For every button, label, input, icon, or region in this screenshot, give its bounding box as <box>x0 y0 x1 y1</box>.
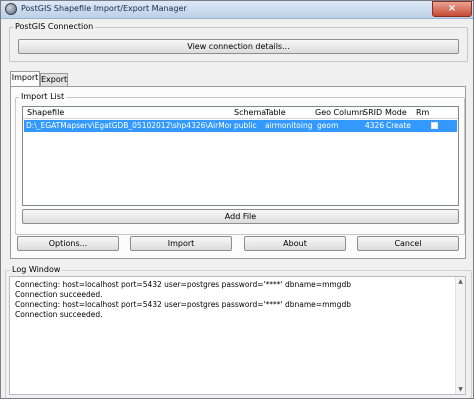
about-button[interactable]: About <box>244 236 346 251</box>
column-header-shapefile[interactable]: Shapefile <box>27 108 64 117</box>
options-button[interactable]: Options... <box>17 236 119 251</box>
column-header-srid[interactable]: SRID <box>363 108 382 117</box>
log-window-label: Log Window <box>10 265 63 274</box>
column-header-mode[interactable]: Mode <box>385 108 407 117</box>
table-header: Shapefile Schema Table Geo Column SRID M… <box>23 107 458 119</box>
log-line: Connection succeeded. <box>15 290 103 299</box>
close-button[interactable]: × <box>432 1 472 17</box>
rm-checkbox[interactable] <box>431 122 438 129</box>
cell-schema[interactable]: public <box>234 121 257 130</box>
title-bar[interactable]: PostGIS Shapefile Import/Export Manager … <box>1 1 473 19</box>
cell-shapefile[interactable]: D:\_EGATMapserv\EgatGDB_05102012\shp4326… <box>26 121 231 130</box>
cell-geo-column[interactable]: geom <box>317 121 338 130</box>
log-line: Connecting: host=localhost port=5432 use… <box>15 300 351 309</box>
log-window[interactable]: Connecting: host=localhost port=5432 use… <box>9 276 466 395</box>
table-row[interactable]: D:\_EGATMapserv\EgatGDB_05102012\shp4326… <box>24 120 457 132</box>
tab-import[interactable]: Import <box>10 71 40 86</box>
scroll-up-icon[interactable]: ▲ <box>457 278 464 285</box>
view-connection-details-button[interactable]: View connection details... <box>18 39 459 54</box>
postgis-app-icon <box>5 3 17 15</box>
cell-mode[interactable]: Create <box>386 121 411 130</box>
cancel-button[interactable]: Cancel <box>357 236 459 251</box>
import-list-group-label: Import List <box>19 92 67 101</box>
column-header-geo-column[interactable]: Geo Column <box>315 108 364 117</box>
column-header-table[interactable]: Table <box>265 108 286 117</box>
tab-export[interactable]: Export <box>40 73 68 86</box>
column-header-schema[interactable]: Schema <box>234 108 266 117</box>
window-title: PostGIS Shapefile Import/Export Manager <box>21 4 187 13</box>
main-window: PostGIS Shapefile Import/Export Manager … <box>0 0 474 399</box>
cell-table[interactable]: airmonitoing <box>265 121 313 130</box>
import-table: Shapefile Schema Table Geo Column SRID M… <box>22 106 459 206</box>
import-button[interactable]: Import <box>130 236 232 251</box>
log-line: Connecting: host=localhost port=5432 use… <box>15 280 351 289</box>
add-file-button[interactable]: Add File <box>22 209 459 224</box>
column-header-rm[interactable]: Rm <box>416 108 429 117</box>
connection-group-label: PostGIS Connection <box>13 22 96 31</box>
cell-srid[interactable]: 4326 <box>365 121 384 130</box>
scroll-down-icon[interactable]: ▼ <box>457 386 464 393</box>
log-line: Connection succeeded. <box>15 310 103 319</box>
log-scrollbar[interactable]: ▲ ▼ <box>455 277 465 394</box>
